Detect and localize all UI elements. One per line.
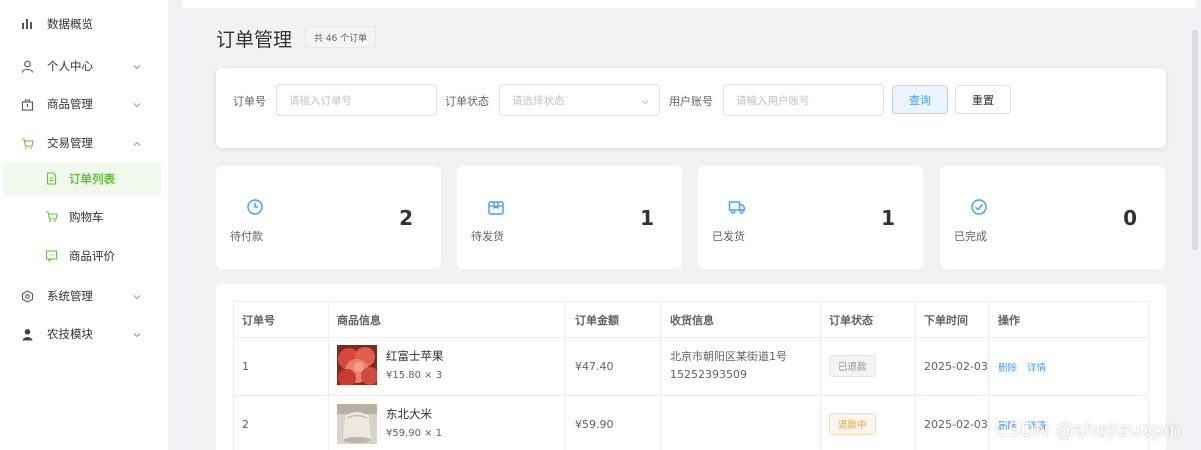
stat-value: 1 bbox=[881, 206, 895, 230]
product-price-qty: ¥15.80 × 3 bbox=[386, 370, 443, 381]
page-title: 订单管理 bbox=[216, 29, 293, 51]
stat-value: 1 bbox=[640, 206, 654, 230]
detail-link[interactable]: 详情 bbox=[1027, 360, 1046, 374]
sidebar-item-profile[interactable]: 个人中心 bbox=[0, 47, 168, 85]
order-status-select[interactable]: 请选择状态 bbox=[499, 84, 660, 116]
stat-label: 已完成 bbox=[954, 230, 987, 243]
cell-phone: 15252393509 bbox=[670, 367, 747, 381]
chevron-down-icon bbox=[132, 291, 142, 301]
user-icon bbox=[20, 59, 34, 73]
sidebar-item-label: 数据概览 bbox=[47, 17, 93, 31]
sidebar-item-label: 交易管理 bbox=[47, 136, 93, 150]
sidebar-item-label: 个人中心 bbox=[47, 59, 93, 73]
user-account-label: 用户账号 bbox=[669, 95, 713, 108]
sidebar-item-dashboard[interactable]: 数据概览 bbox=[0, 5, 168, 43]
cart-icon bbox=[45, 210, 59, 224]
status-badge: 已退款 bbox=[829, 355, 876, 377]
chevron-down-icon bbox=[132, 329, 142, 339]
sidebar-item-trade[interactable]: 交易管理 bbox=[0, 124, 168, 162]
goods-icon bbox=[20, 97, 34, 111]
cell-order-no: 2 bbox=[242, 417, 249, 431]
sidebar-item-label: 购物车 bbox=[69, 210, 104, 224]
sidebar-item-label: 系统管理 bbox=[47, 289, 93, 303]
table-border bbox=[660, 301, 661, 450]
sidebar-item-cart[interactable]: 购物车 bbox=[3, 200, 161, 234]
user-account-input[interactable]: 请输入用户账号 bbox=[723, 84, 884, 116]
chevron-down-icon bbox=[641, 97, 649, 105]
sidebar-item-goods[interactable]: 商品管理 bbox=[0, 85, 168, 123]
stat-card-completed[interactable]: 已完成 0 bbox=[940, 166, 1165, 269]
person-icon bbox=[20, 327, 34, 341]
column-header-order-no: 订单号 bbox=[242, 314, 275, 327]
sidebar-item-reviews[interactable]: 商品评价 bbox=[3, 239, 161, 273]
cell-amount: ¥47.40 bbox=[575, 359, 614, 373]
table-border bbox=[820, 301, 821, 450]
stat-value: 2 bbox=[399, 206, 413, 230]
document-icon bbox=[45, 172, 59, 186]
cell-time: 2025-02-03 bbox=[924, 359, 988, 373]
settings-icon bbox=[20, 289, 34, 303]
stat-card-pending-shipment[interactable]: 待发货 1 bbox=[457, 166, 682, 269]
chevron-down-icon bbox=[132, 99, 142, 109]
product-image-rice[interactable] bbox=[337, 404, 377, 444]
cell-address: 北京市朝阳区某街道1号 bbox=[670, 350, 787, 363]
csdn-watermark: CSDN @shejizuopin bbox=[995, 419, 1182, 441]
order-count-badge: 共 46 个订单 bbox=[305, 26, 377, 48]
product-name: 红富士苹果 bbox=[386, 349, 444, 363]
clock-icon bbox=[246, 198, 264, 216]
sidebar-item-label: 订单列表 bbox=[69, 172, 115, 186]
query-button[interactable]: 查询 bbox=[892, 85, 948, 114]
sidebar-item-order-list[interactable]: 订单列表 bbox=[3, 162, 161, 196]
column-header-actions: 操作 bbox=[998, 314, 1020, 327]
order-status-placeholder: 请选择状态 bbox=[512, 94, 565, 107]
bar-chart-icon bbox=[20, 17, 34, 31]
package-icon bbox=[487, 198, 505, 216]
status-badge: 退款中 bbox=[829, 413, 876, 435]
table-border bbox=[565, 301, 566, 450]
cell-time: 2025-02-03 bbox=[924, 417, 988, 431]
order-no-label: 订单号 bbox=[233, 95, 266, 108]
top-bar bbox=[182, 0, 1196, 8]
cell-amount: ¥59.90 bbox=[575, 417, 614, 431]
order-status-label: 订单状态 bbox=[445, 95, 489, 108]
truck-icon bbox=[728, 198, 746, 216]
column-header-amount: 订单金额 bbox=[575, 314, 619, 327]
table-border bbox=[915, 301, 916, 450]
column-header-product: 商品信息 bbox=[337, 314, 381, 327]
stat-card-shipped[interactable]: 已发货 1 bbox=[698, 166, 923, 269]
delete-link[interactable]: 删除 bbox=[998, 360, 1017, 374]
sidebar-item-label: 农技模块 bbox=[47, 327, 93, 341]
sidebar-item-system[interactable]: 系统管理 bbox=[0, 277, 168, 315]
product-price-qty: ¥59.90 × 1 bbox=[386, 428, 443, 439]
stat-card-pending-payment[interactable]: 待付款 2 bbox=[216, 166, 441, 269]
chevron-up-icon bbox=[132, 138, 142, 148]
order-no-input[interactable]: 请输入订单号 bbox=[276, 84, 437, 116]
stat-label: 待付款 bbox=[230, 230, 263, 243]
sidebar-item-label: 商品管理 bbox=[47, 97, 93, 111]
sidebar-item-agri[interactable]: 农技模块 bbox=[0, 315, 168, 353]
cell-order-no: 1 bbox=[242, 359, 249, 373]
chat-icon bbox=[45, 249, 59, 263]
product-name: 东北大米 bbox=[386, 407, 432, 421]
table-border bbox=[328, 301, 329, 450]
column-header-status: 订单状态 bbox=[829, 314, 873, 327]
column-header-time: 下单时间 bbox=[924, 314, 968, 327]
table-border bbox=[988, 301, 989, 450]
stat-label: 待发货 bbox=[471, 230, 504, 243]
sidebar-gap bbox=[168, 0, 182, 450]
product-image-apple[interactable] bbox=[337, 345, 379, 387]
cart-icon bbox=[20, 136, 34, 150]
stat-label: 已发货 bbox=[712, 230, 745, 243]
page-scrollbar[interactable] bbox=[1192, 30, 1198, 250]
sidebar: 数据概览 个人中心 商品管理 交易管理 订单列表 购物车 商品评价 系统管理 农… bbox=[0, 0, 168, 450]
check-circle-icon bbox=[970, 198, 988, 216]
table-border bbox=[233, 395, 1149, 396]
column-header-shipping: 收货信息 bbox=[670, 314, 714, 327]
sidebar-item-label: 商品评价 bbox=[69, 249, 115, 263]
reset-button[interactable]: 重置 bbox=[955, 85, 1011, 114]
chevron-down-icon bbox=[132, 61, 142, 71]
stat-value: 0 bbox=[1123, 206, 1137, 230]
